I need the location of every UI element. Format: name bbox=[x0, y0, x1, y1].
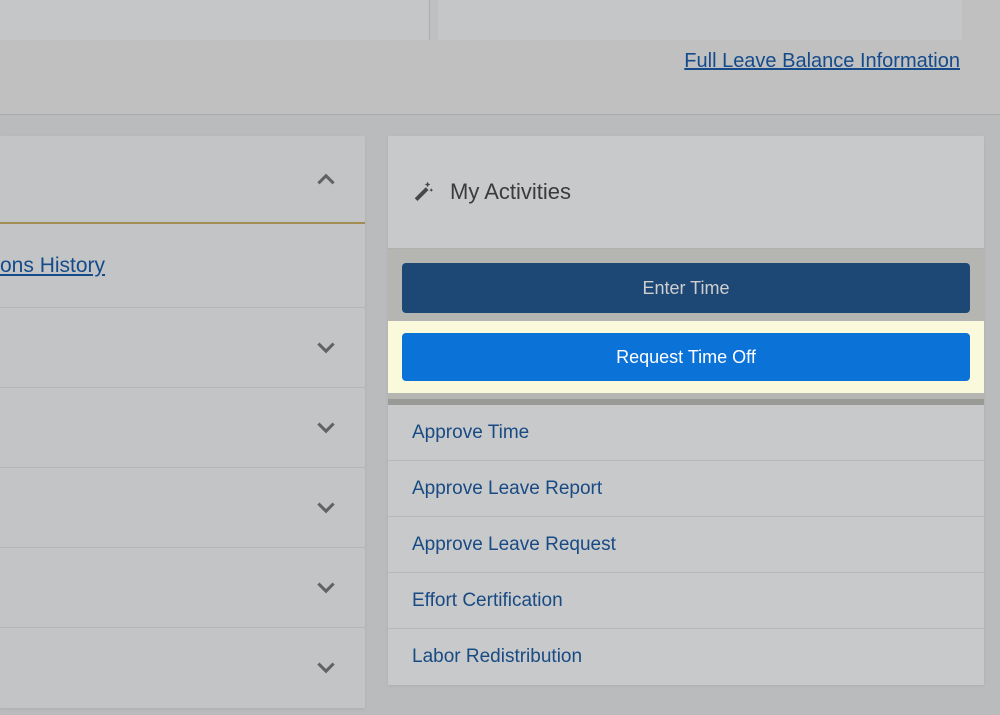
sidebar-section-collapsed-4[interactable] bbox=[0, 548, 365, 628]
activity-list: Approve Time Approve Leave Report Approv… bbox=[388, 405, 984, 685]
sidebar-section-collapsed-1[interactable] bbox=[0, 308, 365, 388]
chevron-down-icon bbox=[313, 416, 339, 447]
wand-icon bbox=[412, 179, 434, 206]
panel-title: My Activities bbox=[450, 179, 571, 205]
sidebar-section-collapsed-5[interactable] bbox=[0, 628, 365, 708]
chevron-down-icon bbox=[313, 496, 339, 527]
sidebar-history-row[interactable]: ons History bbox=[0, 224, 365, 308]
sidebar-section-expanded[interactable] bbox=[0, 136, 365, 224]
chevron-up-icon bbox=[313, 166, 339, 197]
chevron-down-icon bbox=[313, 576, 339, 607]
activity-approve-leave-report[interactable]: Approve Leave Report bbox=[388, 461, 984, 517]
activity-effort-certification[interactable]: Effort Certification bbox=[388, 573, 984, 629]
activity-approve-leave-request[interactable]: Approve Leave Request bbox=[388, 517, 984, 573]
request-time-off-button[interactable]: Request Time Off bbox=[402, 333, 970, 381]
panel-header: My Activities bbox=[388, 136, 984, 249]
my-activities-panel: My Activities Enter Time Approve Time Ap… bbox=[388, 136, 984, 685]
full-leave-balance-link[interactable]: Full Leave Balance Information bbox=[684, 50, 960, 73]
sidebar-history-link[interactable]: ons History bbox=[0, 254, 105, 278]
enter-time-button[interactable]: Enter Time bbox=[402, 263, 970, 313]
activity-approve-time[interactable]: Approve Time bbox=[388, 405, 984, 461]
request-time-off-highlight: Request Time Off bbox=[388, 321, 984, 393]
sidebar-section-collapsed-2[interactable] bbox=[0, 388, 365, 468]
top-card-left bbox=[0, 0, 430, 40]
activity-labor-redistribution[interactable]: Labor Redistribution bbox=[388, 629, 984, 685]
sidebar-section-collapsed-3[interactable] bbox=[0, 468, 365, 548]
top-panel: Full Leave Balance Information bbox=[0, 0, 1000, 115]
top-card-right bbox=[438, 0, 962, 40]
sidebar: ons History bbox=[0, 136, 365, 708]
chevron-down-icon bbox=[313, 336, 339, 367]
chevron-down-icon bbox=[313, 656, 339, 687]
